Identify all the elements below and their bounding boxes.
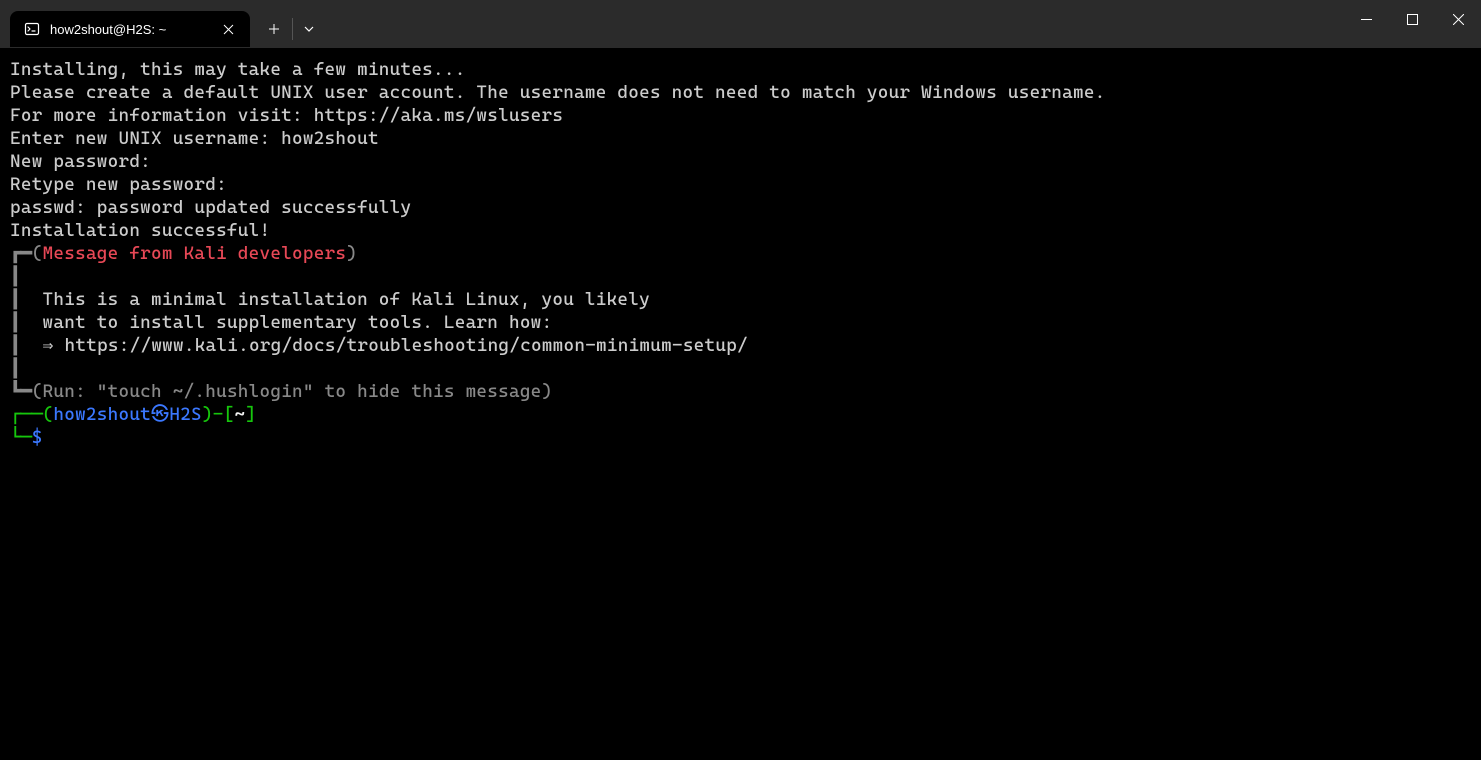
box-paren: ( [32,243,43,264]
box-side: ┃ [10,266,21,287]
prompt-symbol: $ [32,427,43,448]
prompt-corner: ┌── [10,404,43,425]
prompt-paren: ) [202,404,213,425]
output-line: Installation successful! [10,219,1471,242]
box-text: This is a minimal installation of Kali L… [21,289,650,310]
message-box-row: ┃ This is a minimal installation of Kali… [10,288,1471,311]
prompt-separator: ㉿ [151,404,169,425]
close-button[interactable] [1435,0,1481,38]
new-tab-button[interactable] [256,11,292,47]
tabs-area: how2shout@H2S: ~ [0,0,325,48]
tab-close-button[interactable] [218,19,238,39]
output-line: New password: [10,150,1471,173]
box-side: ┃ [10,312,21,333]
output-line: Please create a default UNIX user accoun… [10,81,1471,104]
box-paren: ) [542,381,553,402]
prompt-line-2: └─$ [10,426,1471,449]
message-box-side: ┃ [10,265,1471,288]
message-box-row: ┃ ⇒ https://www.kali.org/docs/troublesho… [10,334,1471,357]
box-paren: ( [32,381,43,402]
prompt-path: ~ [234,404,245,425]
titlebar: how2shout@H2S: ~ [0,0,1481,48]
prompt-bracket: [ [224,404,235,425]
terminal-tab[interactable]: how2shout@H2S: ~ [10,11,250,47]
box-arrow: ⇒ [21,335,65,356]
terminal-output[interactable]: Installing, this may take a few minutes.… [0,48,1481,459]
message-box-side: ┃ [10,357,1471,380]
message-box-bottom: ┗━(Run: "touch ~/.hushlogin" to hide thi… [10,380,1471,403]
output-line: passwd: password updated successfully [10,196,1471,219]
window-controls [1343,0,1481,48]
box-corner: ┏━ [10,243,32,264]
prompt-line-1: ┌──(how2shout㉿H2S)-[~] [10,403,1471,426]
tab-title: how2shout@H2S: ~ [50,22,208,37]
prompt-user: how2shout [53,404,151,425]
box-footer: Run: "touch ~/.hushlogin" to hide this m… [43,381,542,402]
output-line: Installing, this may take a few minutes.… [10,58,1471,81]
box-header: Message from Kali developers [43,243,347,264]
box-paren: ) [346,243,357,264]
terminal-icon [24,21,40,37]
box-side: ┃ [10,335,21,356]
prompt-corner: └─ [10,427,32,448]
message-box-row: ┃ want to install supplementary tools. L… [10,311,1471,334]
prompt-dash: - [213,404,224,425]
maximize-button[interactable] [1389,0,1435,38]
output-line: For more information visit: https://aka.… [10,104,1471,127]
box-corner: ┗━ [10,381,32,402]
box-text: want to install supplementary tools. Lea… [21,312,553,333]
prompt-host: H2S [169,404,202,425]
prompt-bracket: ] [245,404,256,425]
box-url: https://www.kali.org/docs/troubleshootin… [65,335,748,356]
box-side: ┃ [10,358,21,379]
output-line: Enter new UNIX username: how2shout [10,127,1471,150]
message-box-top: ┏━(Message from Kali developers) [10,242,1471,265]
output-line: Retype new password: [10,173,1471,196]
box-side: ┃ [10,289,21,310]
tab-dropdown-button[interactable] [293,11,325,47]
minimize-button[interactable] [1343,0,1389,38]
prompt-paren: ( [43,404,54,425]
